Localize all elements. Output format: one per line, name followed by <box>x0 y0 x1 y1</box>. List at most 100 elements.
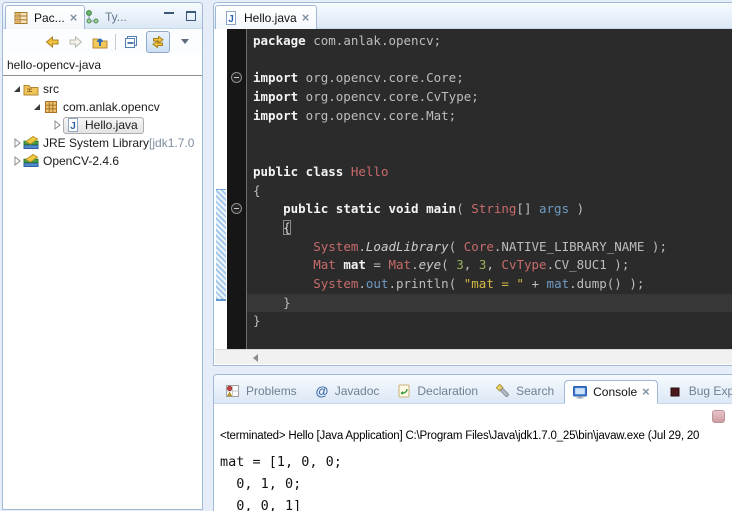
selected-item-highlight: J Hello.java <box>63 117 144 134</box>
code-token: .NATIVE_LIBRARY_NAME ); <box>494 239 667 254</box>
java-file-icon: J <box>223 10 239 26</box>
code-line: import org.opencv.core.Core; <box>253 69 732 88</box>
code-line: { <box>253 182 732 201</box>
expand-arrow-icon[interactable] <box>11 83 23 95</box>
code-token: . <box>358 239 366 254</box>
code-token: . <box>411 257 419 272</box>
code-line: import org.opencv.core.CvType; <box>253 88 732 107</box>
console-output[interactable]: mat = [1, 0, 0; 0, 1, 0; 0, 0, 1] <box>220 451 342 511</box>
tab-label: Search <box>516 384 554 398</box>
close-icon[interactable]: × <box>70 13 78 23</box>
code-token: "mat = " <box>464 276 524 291</box>
tree-item-label: Hello.java <box>85 118 138 132</box>
code-token: Core <box>464 239 494 254</box>
console-line: mat = [1, 0, 0; <box>220 454 342 470</box>
code-token: , <box>464 257 479 272</box>
code-token: package <box>253 33 306 48</box>
tree-item-opencv-library[interactable]: OpenCV-2.4.6 <box>3 152 202 170</box>
problems-icon <box>225 383 241 399</box>
code-token <box>253 220 283 235</box>
code-token: .CV_8UC1 ); <box>547 257 630 272</box>
tab-declaration[interactable]: Declaration <box>389 379 485 403</box>
code-token <box>253 276 313 291</box>
tree-item-src[interactable]: src <box>3 80 202 98</box>
link-with-editor-button[interactable] <box>146 31 170 53</box>
console-line: 0, 1, 0; <box>220 476 301 492</box>
package-icon <box>43 99 59 115</box>
console-line: 0, 0, 1] <box>220 498 301 511</box>
code-token: eye <box>419 257 442 272</box>
tab-javadoc[interactable]: @ Javadoc <box>307 379 387 403</box>
up-folder-icon <box>92 34 108 50</box>
package-folder-icon <box>23 81 39 97</box>
code-line <box>253 125 732 144</box>
code-token: public static void main <box>283 201 456 216</box>
link-with-editor-icon <box>150 34 166 50</box>
code-token: org.opencv.core.CvType; <box>298 89 479 104</box>
package-explorer-toolbar <box>3 29 202 54</box>
minimize-button[interactable] <box>164 12 174 21</box>
library-icon <box>23 153 39 169</box>
code-token: [] <box>516 201 539 216</box>
expand-arrow-icon[interactable] <box>31 101 43 113</box>
fold-collapse-icon[interactable] <box>231 72 242 83</box>
folding-gutter[interactable] <box>227 29 247 350</box>
tab-bug-explorer[interactable]: Bug Explorer <box>661 379 732 403</box>
console-title: <terminated> Hello [Java Application] C:… <box>220 430 699 442</box>
code-lines[interactable]: package com.anlak.opencv;import org.open… <box>247 29 732 350</box>
code-line: } <box>253 312 732 331</box>
code-line: System.LoadLibrary( Core.NATIVE_LIBRARY_… <box>253 238 732 257</box>
tab-type-hierarchy[interactable]: Ty... <box>77 5 134 29</box>
forward-button[interactable] <box>67 33 85 51</box>
tab-package-explorer[interactable]: Pac... × <box>5 5 85 29</box>
view-menu-button[interactable] <box>176 33 194 51</box>
code-token: Mat <box>313 257 336 272</box>
code-token: + <box>524 276 547 291</box>
tree-item-package[interactable]: com.anlak.opencv <box>3 98 202 116</box>
terminate-button[interactable] <box>712 410 725 423</box>
java-file-icon: J <box>65 117 81 133</box>
project-label: hello-opencv-java <box>3 54 202 76</box>
tab-search[interactable]: Search <box>488 379 561 403</box>
svg-text:J: J <box>70 121 76 132</box>
tree-item-hello-java[interactable]: J Hello.java <box>3 116 202 134</box>
tree-item-suffix: [jdk1.7.0 <box>149 136 194 150</box>
package-explorer-panel: Pac... × Ty... <box>2 2 203 510</box>
console-icon <box>572 384 588 400</box>
close-icon[interactable]: × <box>302 13 310 23</box>
code-token: mat <box>547 276 570 291</box>
go-up-button[interactable] <box>91 33 109 51</box>
annotation-ruler[interactable] <box>215 29 227 350</box>
editor-panel: J Hello.java × package com.anlak.opencv;… <box>213 2 732 366</box>
expand-arrow-icon[interactable] <box>11 155 23 167</box>
code-token: System <box>313 239 358 254</box>
code-editor[interactable]: package com.anlak.opencv;import org.open… <box>215 29 732 350</box>
scroll-left-arrow-icon[interactable] <box>253 354 258 362</box>
back-button[interactable] <box>43 33 61 51</box>
collapse-all-icon <box>123 34 139 50</box>
tree-item-label: src <box>43 82 59 96</box>
horizontal-scrollbar[interactable] <box>215 349 732 364</box>
project-tree: src com.anlak.opencv J <box>3 76 202 170</box>
tree-item-label: OpenCV-2.4.6 <box>43 154 119 168</box>
code-line: public static void main( String[] args ) <box>253 200 732 219</box>
tab-hello-java[interactable]: J Hello.java × <box>215 5 317 29</box>
code-token: = <box>366 257 389 272</box>
tab-problems[interactable]: Problems <box>218 379 304 403</box>
package-explorer-icon <box>13 10 29 26</box>
code-token: Mat <box>388 257 411 272</box>
code-token: . <box>358 276 366 291</box>
tab-label: Declaration <box>417 384 478 398</box>
expand-arrow-icon[interactable] <box>51 119 63 131</box>
tab-console[interactable]: Console × <box>564 380 658 404</box>
tab-label: Pac... <box>34 11 65 25</box>
close-icon[interactable]: × <box>642 387 650 397</box>
expand-arrow-icon[interactable] <box>11 137 23 149</box>
collapse-all-button[interactable] <box>122 33 140 51</box>
code-token: String <box>471 201 516 216</box>
code-token: .println( <box>388 276 463 291</box>
tree-item-jre-library[interactable]: JRE System Library [jdk1.7.0 <box>3 134 202 152</box>
fold-collapse-icon[interactable] <box>231 203 242 214</box>
maximize-button[interactable] <box>186 11 196 21</box>
code-line: public class Hello <box>253 163 732 182</box>
